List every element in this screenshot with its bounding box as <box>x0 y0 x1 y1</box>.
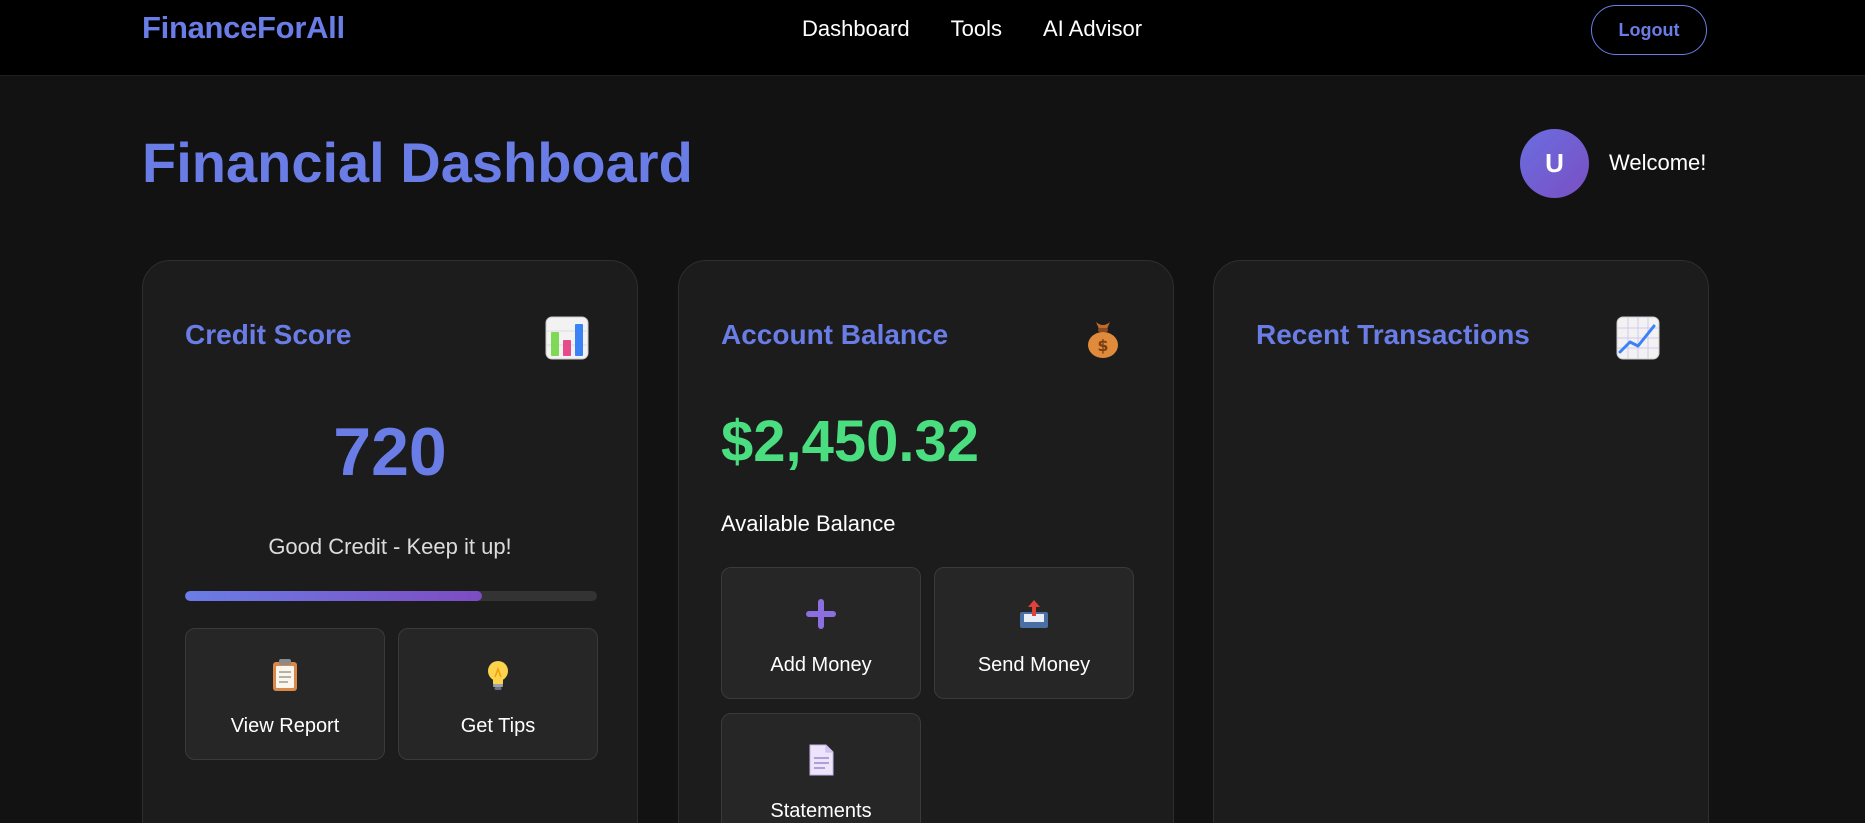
nav-links: Dashboard Tools AI Advisor <box>802 16 1142 42</box>
send-money-label: Send Money <box>977 654 1091 676</box>
clipboard-icon <box>273 659 297 691</box>
svg-text:$: $ <box>1097 336 1108 355</box>
plus-icon <box>806 599 836 629</box>
credit-score-title: Credit Score <box>185 319 352 350</box>
credit-score-message: Good Credit - Keep it up! <box>268 534 512 559</box>
money-bag-icon: $ <box>1088 322 1118 358</box>
welcome-text: Welcome! <box>1609 150 1707 175</box>
brand-logo[interactable]: FinanceForAll <box>142 10 345 46</box>
recent-transactions-card: Recent Transactions <box>1213 260 1709 823</box>
statements-button[interactable]: Statements <box>721 713 921 823</box>
view-report-button[interactable]: View Report <box>185 628 385 760</box>
credit-progress-fill <box>185 591 482 601</box>
credit-score-card: Credit Score 720 Good Credit - Keep it u… <box>142 260 638 823</box>
bar-chart-icon <box>545 316 589 360</box>
credit-progress-bar <box>185 591 597 601</box>
lightbulb-icon <box>488 661 508 690</box>
add-money-button[interactable]: Add Money <box>721 567 921 699</box>
get-tips-label: Get Tips <box>460 715 536 737</box>
statements-label: Statements <box>770 800 872 822</box>
avatar[interactable]: U <box>1520 129 1589 198</box>
nav-link-dashboard[interactable]: Dashboard <box>802 16 910 42</box>
nav-link-tools[interactable]: Tools <box>951 16 1002 42</box>
outbox-icon <box>1020 600 1048 628</box>
logout-button[interactable]: Logout <box>1591 5 1707 55</box>
add-money-label: Add Money <box>770 654 872 676</box>
nav-link-ai-advisor[interactable]: AI Advisor <box>1043 16 1142 42</box>
account-balance-title: Account Balance <box>721 319 949 350</box>
trending-up-chart-icon <box>1616 316 1660 360</box>
balance-label: Available Balance <box>721 511 896 536</box>
send-money-button[interactable]: Send Money <box>934 567 1134 699</box>
top-navbar: FinanceForAll Dashboard Tools AI Advisor… <box>0 0 1865 76</box>
view-report-label: View Report <box>230 715 340 737</box>
page-title: Financial Dashboard <box>142 131 693 194</box>
credit-score-value: 720 <box>333 414 447 490</box>
balance-amount: $2,450.32 <box>721 409 980 474</box>
get-tips-button[interactable]: Get Tips <box>398 628 598 760</box>
recent-transactions-title: Recent Transactions <box>1256 319 1530 350</box>
document-icon <box>809 744 834 776</box>
account-balance-card: Account Balance $ $2,450.32 Available Ba… <box>678 260 1174 823</box>
